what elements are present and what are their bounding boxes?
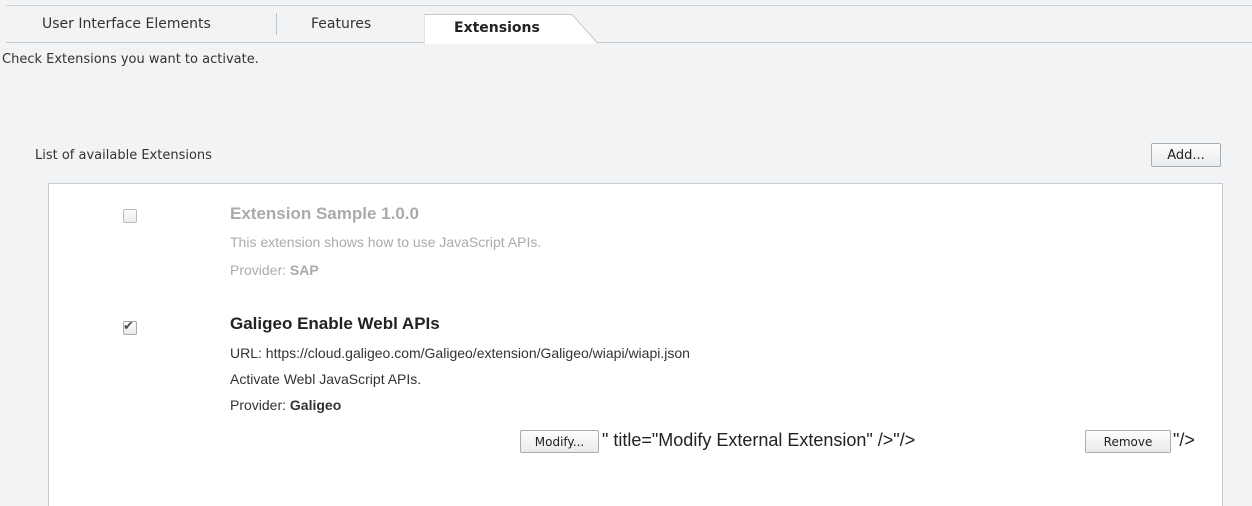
remove-extension-button[interactable]: Remove: [1085, 430, 1171, 453]
provider-name: SAP: [289, 262, 319, 278]
extensions-settings-window: User Interface Elements Features Extensi…: [0, 0, 1252, 506]
extension-sample-description: This extension shows how to use JavaScri…: [230, 234, 542, 250]
extension-sample-checkbox[interactable]: [123, 209, 137, 223]
modify-extension-button[interactable]: Modify...: [520, 430, 599, 453]
galigeo-extension-description: Activate Webl JavaScript APIs.: [230, 371, 422, 387]
tab-strip: User Interface Elements Features Extensi…: [6, 5, 1252, 44]
galigeo-extension-title: Galigeo Enable Webl APIs: [230, 314, 440, 333]
tab-features[interactable]: Features: [311, 16, 371, 32]
instruction-text: Check Extensions you want to activate.: [2, 52, 259, 67]
add-extension-button[interactable]: Add...: [1151, 143, 1221, 167]
extension-sample-title: Extension Sample 1.0.0: [230, 204, 419, 223]
tab-user-interface-elements[interactable]: User Interface Elements: [42, 16, 211, 32]
tab-separator: [276, 13, 277, 35]
galigeo-extension-provider: Provider: Galigeo: [230, 397, 341, 413]
galigeo-extension-url: URL: https://cloud.galigeo.com/Galigeo/e…: [230, 345, 690, 361]
provider-name: Galigeo: [289, 397, 342, 413]
provider-prefix: Provider:: [230, 262, 287, 278]
galigeo-extension-checkbox[interactable]: ✔: [123, 319, 137, 335]
extension-list: Extension Sample 1.0.0 This extension sh…: [48, 183, 1223, 506]
provider-prefix: Provider:: [230, 397, 287, 413]
check-icon: ✔: [123, 319, 134, 334]
remove-raw-markup-text: "/>: [1173, 430, 1195, 450]
list-label: List of available Extensions: [35, 148, 212, 163]
extension-sample-provider: Provider: SAP: [230, 262, 319, 278]
tab-extensions-label: Extensions: [454, 20, 540, 36]
tab-baseline: [6, 42, 1252, 43]
tab-extensions[interactable]: Extensions: [424, 14, 599, 44]
modify-raw-markup-text: " title="Modify External Extension" />"/…: [602, 430, 916, 450]
